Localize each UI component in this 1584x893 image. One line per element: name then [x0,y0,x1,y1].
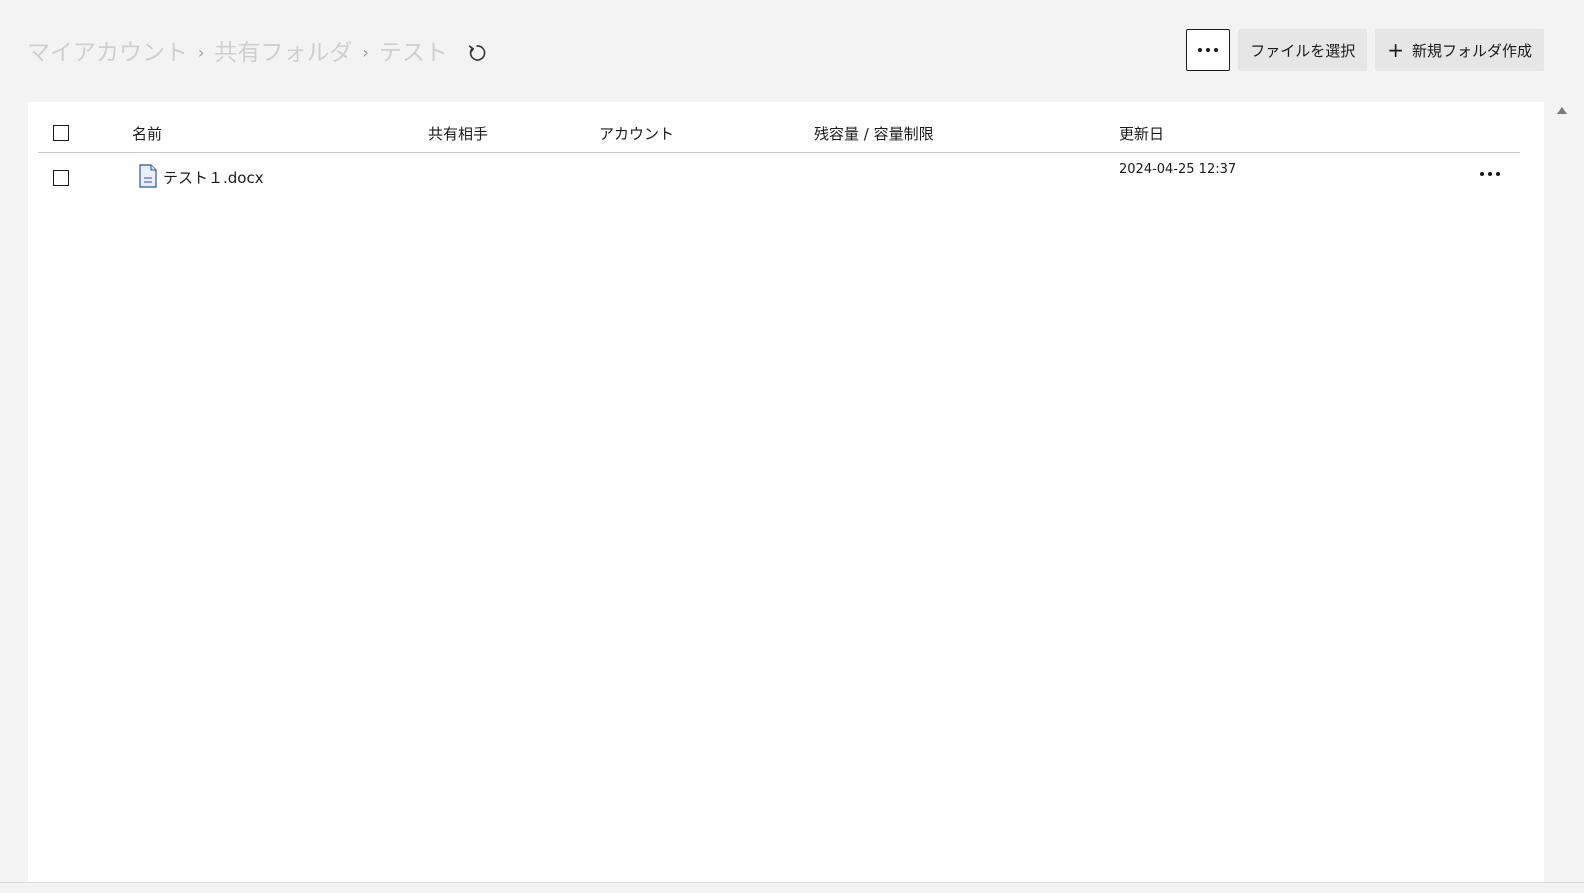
more-horizontal-icon [1480,172,1500,176]
scroll-up-arrow-icon[interactable] [1557,107,1567,114]
breadcrumb-separator: › [198,42,205,62]
column-header-updated[interactable]: 更新日 [1119,123,1164,144]
refresh-icon[interactable] [466,42,488,64]
divider [0,882,1584,883]
select-file-button[interactable]: ファイルを選択 [1238,29,1368,71]
breadcrumb-item-current-folder: テスト [378,40,448,66]
plus-icon: + [1387,38,1404,62]
breadcrumb-item-shared-folder[interactable]: 共有フォルダ [214,33,352,67]
select-all-checkbox[interactable] [53,125,69,141]
column-header-name[interactable]: 名前 [132,123,162,144]
table-row[interactable]: テスト１.docx 2024-04-25 12:37 [38,162,1520,198]
more-horizontal-icon [1198,48,1219,52]
breadcrumb: マイアカウント › 共有フォルダ › テスト [27,34,488,66]
column-header-account[interactable]: アカウント [599,123,674,144]
new-folder-button[interactable]: + 新規フォルダ作成 [1375,29,1544,71]
file-updated-date: 2024-04-25 12:37 [1119,162,1237,177]
row-more-button[interactable] [1480,172,1500,176]
file-list-panel: 名前 共有相手 アカウント 残容量 / 容量制限 更新日 テスト１.docx 2… [28,102,1544,882]
table-header: 名前 共有相手 アカウント 残容量 / 容量制限 更新日 [38,112,1520,153]
column-header-quota[interactable]: 残容量 / 容量制限 [814,123,934,144]
breadcrumb-item-my-account[interactable]: マイアカウント [27,33,188,67]
new-folder-label: 新規フォルダ作成 [1411,41,1532,60]
file-name[interactable]: テスト１.docx [163,167,264,188]
row-checkbox[interactable] [53,170,69,186]
breadcrumb-separator: › [362,42,369,62]
select-file-label: ファイルを選択 [1250,41,1356,60]
toolbar: ファイルを選択 + 新規フォルダ作成 [1186,29,1544,71]
more-actions-button[interactable] [1186,29,1231,71]
word-document-icon [138,164,158,188]
column-header-shared-with[interactable]: 共有相手 [428,123,488,144]
